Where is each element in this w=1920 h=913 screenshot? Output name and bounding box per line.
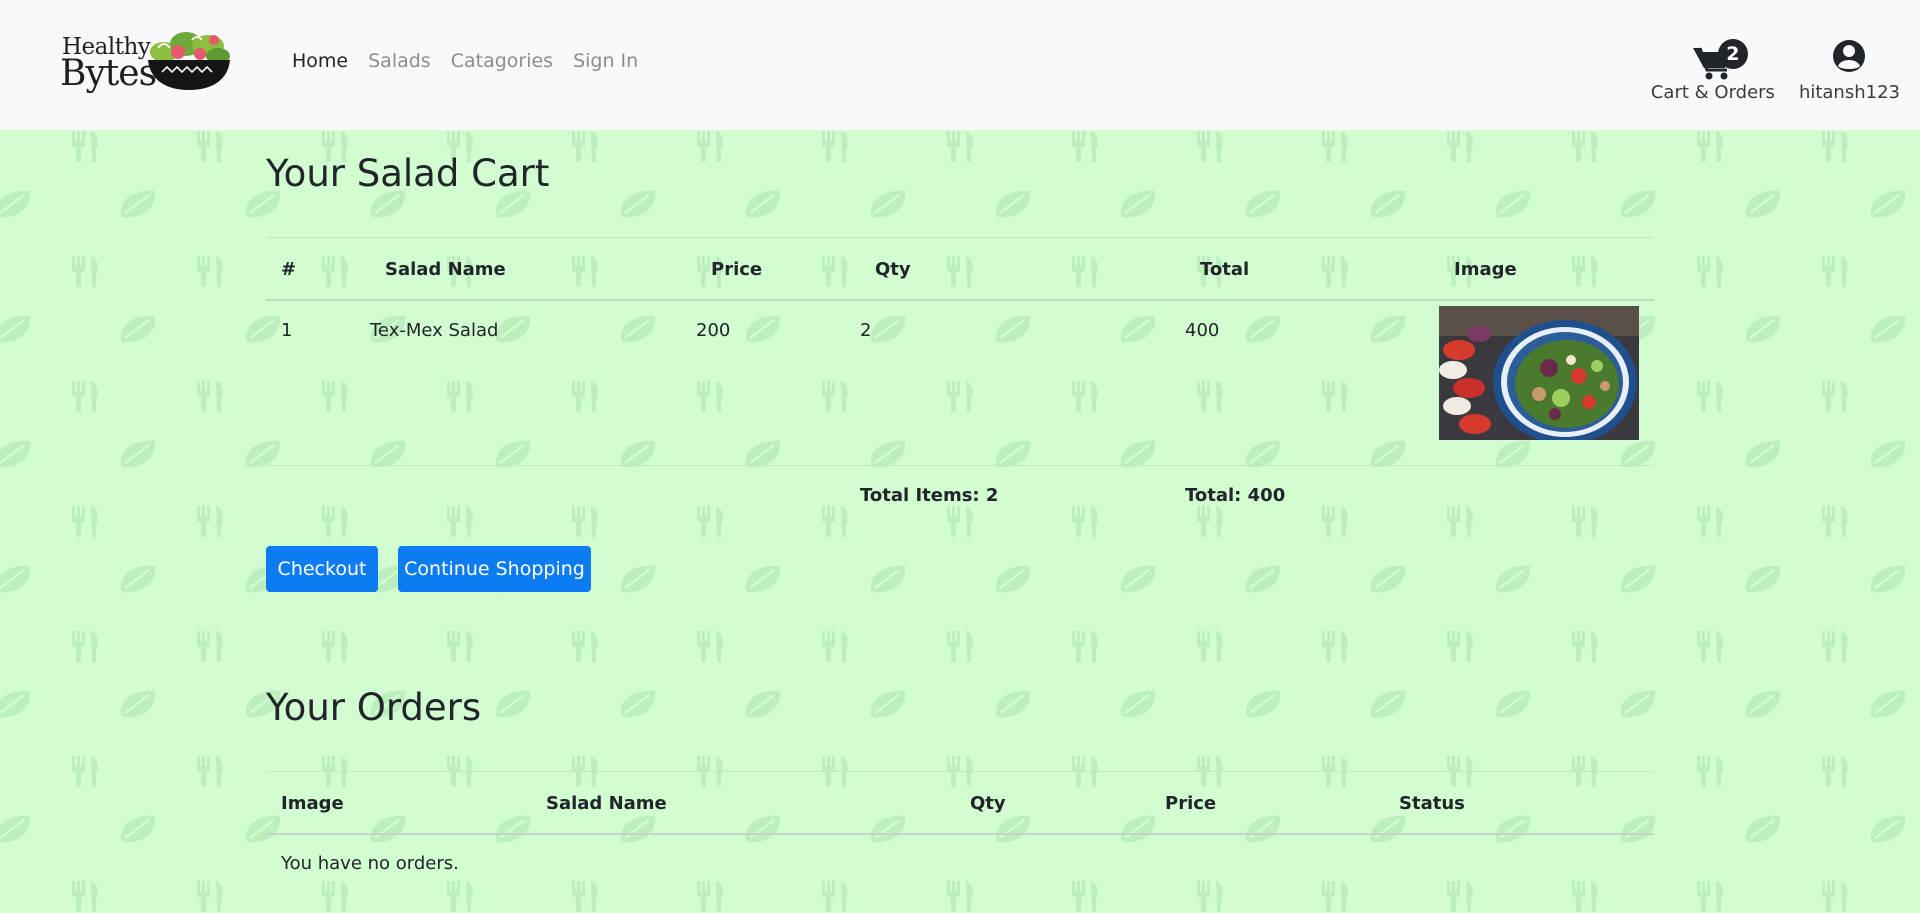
table-row: 1 Tex-Mex Salad 200 2 400	[266, 302, 1654, 464]
username-label: hitansh123	[1798, 82, 1900, 103]
nav-link-categories[interactable]: Catagories	[451, 50, 553, 72]
col-header-salad-name: Salad Name	[546, 792, 667, 814]
orders-table: Image Salad Name Qty Price Status	[266, 772, 1654, 834]
col-header-salad-name: Salad Name	[385, 258, 506, 280]
nav-link-home[interactable]: Home	[292, 50, 348, 72]
header-divider	[266, 299, 1654, 301]
col-header-image: Image	[1454, 258, 1517, 280]
orders-title: Your Orders	[266, 686, 482, 729]
nav-link-salads[interactable]: Salads	[368, 50, 431, 72]
header-divider	[266, 833, 1654, 835]
col-header-qty: Qty	[970, 792, 1006, 814]
col-header-image: Image	[281, 792, 344, 814]
cart-orders-link[interactable]: 2 Cart & Orders	[1651, 36, 1775, 103]
brand-logo[interactable]: Healthy Bytes	[58, 26, 238, 98]
col-header-price: Price	[1165, 792, 1217, 814]
nav-right: 2 Cart & Orders hitansh123	[1651, 36, 1900, 103]
col-header-qty: Qty	[875, 258, 911, 280]
cell-price: 200	[696, 320, 731, 341]
salad-image	[1439, 306, 1639, 440]
divider	[266, 465, 1654, 466]
col-header-total: Total	[1200, 258, 1250, 280]
cart-grand-total: Total: 400	[1185, 485, 1286, 506]
cart-table: # Salad Name Price Qty Total Image	[266, 238, 1654, 300]
cell-total: 400	[1185, 320, 1220, 341]
nav-link-sign-in[interactable]: Sign In	[573, 50, 638, 72]
total-items-label: Total Items: 2	[860, 485, 999, 506]
col-header-status: Status	[1399, 792, 1465, 814]
nav-links: Home Salads Catagories Sign In	[292, 50, 638, 72]
cart-count-badge: 2	[1717, 39, 1748, 69]
no-orders-message: You have no orders.	[281, 853, 459, 874]
cell-salad-name: Tex-Mex Salad	[370, 320, 499, 341]
continue-shopping-button[interactable]: Continue Shopping	[398, 546, 591, 592]
col-header-price: Price	[711, 258, 763, 280]
cell-number: 1	[281, 320, 293, 341]
user-avatar-icon	[1833, 40, 1866, 72]
salad-bowl-icon	[148, 32, 230, 90]
user-account-link[interactable]: hitansh123	[1799, 36, 1900, 103]
cart-title: Your Salad Cart	[266, 152, 550, 195]
checkout-button[interactable]: Checkout	[266, 546, 378, 592]
col-header-number: #	[281, 258, 297, 280]
navbar: Healthy Bytes Home Salads Catagories Sig…	[0, 0, 1920, 130]
cell-qty: 2	[860, 320, 872, 341]
